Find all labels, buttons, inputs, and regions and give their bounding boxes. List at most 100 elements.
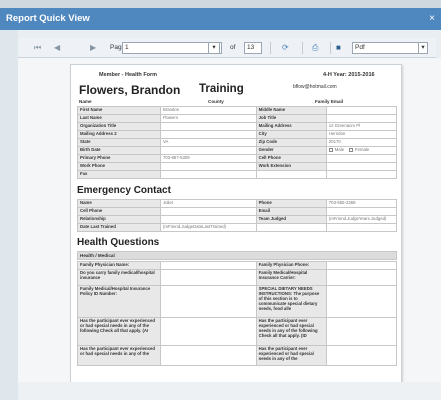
table-row: Has the participant ever experienced or … <box>77 345 398 366</box>
dialog-titlebar: Report Quick View × <box>0 8 441 30</box>
label-cell: Name <box>77 199 161 208</box>
value-cell <box>255 170 327 179</box>
first-page-icon[interactable]: ⏮ <box>34 42 41 54</box>
value-cell <box>325 207 398 216</box>
value-cell <box>159 261 257 270</box>
value-cell <box>325 261 398 270</box>
value-cell <box>159 170 257 179</box>
label-cell: Has the participant ever experienced or … <box>77 317 161 346</box>
value-cell <box>159 146 257 155</box>
value-cell <box>325 170 398 179</box>
table-row: Name Juliet Phone 703-555-2368 <box>77 199 398 208</box>
label-cell: Phone <box>255 199 327 208</box>
label-cell: Do you carry family medical/hospital ins… <box>77 269 161 286</box>
label-cell: Zip Code <box>255 138 327 147</box>
label-cell: Job Title <box>255 114 327 123</box>
value-cell: 20170 <box>325 138 398 147</box>
name-header: Name <box>79 99 92 104</box>
format-dropdown-icon[interactable]: ▾ <box>418 42 428 54</box>
previous-page-icon[interactable]: ◀ <box>54 42 60 54</box>
of-label: of <box>230 44 236 51</box>
value-cell <box>325 285 398 318</box>
label-cell: Last Name <box>77 114 161 123</box>
label-cell: Family Medical/Hospital Insurance Carrie… <box>255 269 327 286</box>
value-cell <box>159 162 257 171</box>
health-questions-heading: Health Questions <box>77 237 160 248</box>
toolbar-separator <box>302 42 303 54</box>
label-cell: State <box>77 138 161 147</box>
label-cell: Email <box>255 207 327 216</box>
value-cell <box>325 154 398 163</box>
table-row: Primary Phone 703-867-5309 Cell Phone <box>77 154 398 163</box>
toolbar-separator <box>270 42 271 54</box>
emergency-contact-table: Name Juliet Phone 703-555-2368 Cell Phone Em… <box>77 199 398 232</box>
female-label: Female <box>354 147 370 153</box>
total-pages: 13 <box>244 42 262 54</box>
label-cell: Fax <box>77 170 161 179</box>
table-row: Last Name Flowers Job Title <box>77 114 398 123</box>
page-number-input[interactable]: 1 <box>122 42 222 54</box>
label-cell: Relationship <box>77 215 161 224</box>
health-table: Family Physician Name: Family Physician P… <box>77 261 398 366</box>
label-cell: Cell Phone <box>77 207 161 216</box>
close-icon[interactable]: × <box>429 8 435 30</box>
label-cell: First Name <box>77 106 161 115</box>
label-cell: Work Phone <box>77 162 161 171</box>
value-cell <box>325 345 398 366</box>
table-row: Relationship Team Judged (mFriend.JudgeYea… <box>77 215 398 224</box>
table-row: State VA Zip Code 20170 <box>77 138 398 147</box>
value-cell: Juliet <box>159 199 257 208</box>
member-name: Flowers, Brandon <box>79 83 181 97</box>
emergency-contact-heading: Emergency Contact <box>77 185 171 196</box>
value-cell <box>325 106 398 115</box>
label-cell: Has the participant ever experienced or … <box>255 317 327 346</box>
value-cell <box>159 215 257 224</box>
report-toolbar: ⏮ ◀ ▶ Page 1 ▾ of 13 ⟳ ⎙ ■ Pdf ▾ <box>18 38 436 58</box>
table-row: Family Medical/Hospital Insurance Policy… <box>77 285 398 318</box>
value-cell: 12 Greenacre Pl <box>325 122 398 131</box>
report-viewer: Member - Health Form 4-H Year: 2015-2016… <box>18 58 441 400</box>
save-icon[interactable]: ■ <box>336 42 341 54</box>
member-email: bflow@hotmail.com <box>293 84 337 90</box>
value-cell: Brandon <box>159 106 257 115</box>
label-cell: Work Extension <box>255 162 327 171</box>
label-cell: Middle Name <box>255 106 327 115</box>
gender-cell: Male Female <box>325 146 398 155</box>
value-cell <box>325 162 398 171</box>
family-email-header: Family Email <box>315 99 344 104</box>
value-cell: 703-555-2368 <box>325 199 398 208</box>
refresh-icon[interactable]: ⟳ <box>282 42 289 54</box>
table-row: Fax <box>77 170 398 179</box>
viewer-footer <box>18 382 441 400</box>
value-cell <box>159 345 257 366</box>
value-cell <box>325 114 398 123</box>
table-row: Birth Date Gender Male Female <box>77 146 398 155</box>
label-cell: Date Last Trained <box>77 223 161 232</box>
year-label: 4-H Year: 2015-2016 <box>323 72 375 78</box>
value-cell: Herndon <box>325 130 398 139</box>
value-cell: (mFriend.JudgeDateLastTrained) <box>159 223 257 232</box>
page-dropdown-icon[interactable]: ▾ <box>208 42 220 54</box>
left-edge-panel <box>0 30 18 400</box>
training-heading: Training <box>199 83 244 95</box>
value-cell: (mFriend.JudgeYears.Judged) <box>325 215 398 224</box>
county-header: County <box>208 99 224 104</box>
table-row: Has the participant ever experienced or … <box>77 317 398 346</box>
report-page: Member - Health Form 4-H Year: 2015-2016… <box>70 64 402 392</box>
value-cell <box>325 269 398 286</box>
label-cell: SPECIAL DIETARY NEEDS INSTRUCTIONS: The … <box>255 285 327 318</box>
value-cell: Flowers <box>159 114 257 123</box>
value-cell <box>255 223 327 232</box>
value-cell <box>325 223 398 232</box>
label-cell: Has the participant ever experienced or … <box>77 345 161 366</box>
print-icon[interactable]: ⎙ <box>312 42 318 54</box>
value-cell: VA <box>159 138 257 147</box>
label-cell: City <box>255 130 327 139</box>
value-cell <box>325 317 398 346</box>
label-cell: Birth Date <box>77 146 161 155</box>
value-cell: 703-867-5309 <box>159 154 257 163</box>
form-title: Member - Health Form <box>99 72 158 78</box>
table-row: Work Phone Work Extension <box>77 162 398 171</box>
table-row: First Name Brandon Middle Name <box>77 106 398 115</box>
export-format-select[interactable]: Pdf <box>352 42 428 54</box>
